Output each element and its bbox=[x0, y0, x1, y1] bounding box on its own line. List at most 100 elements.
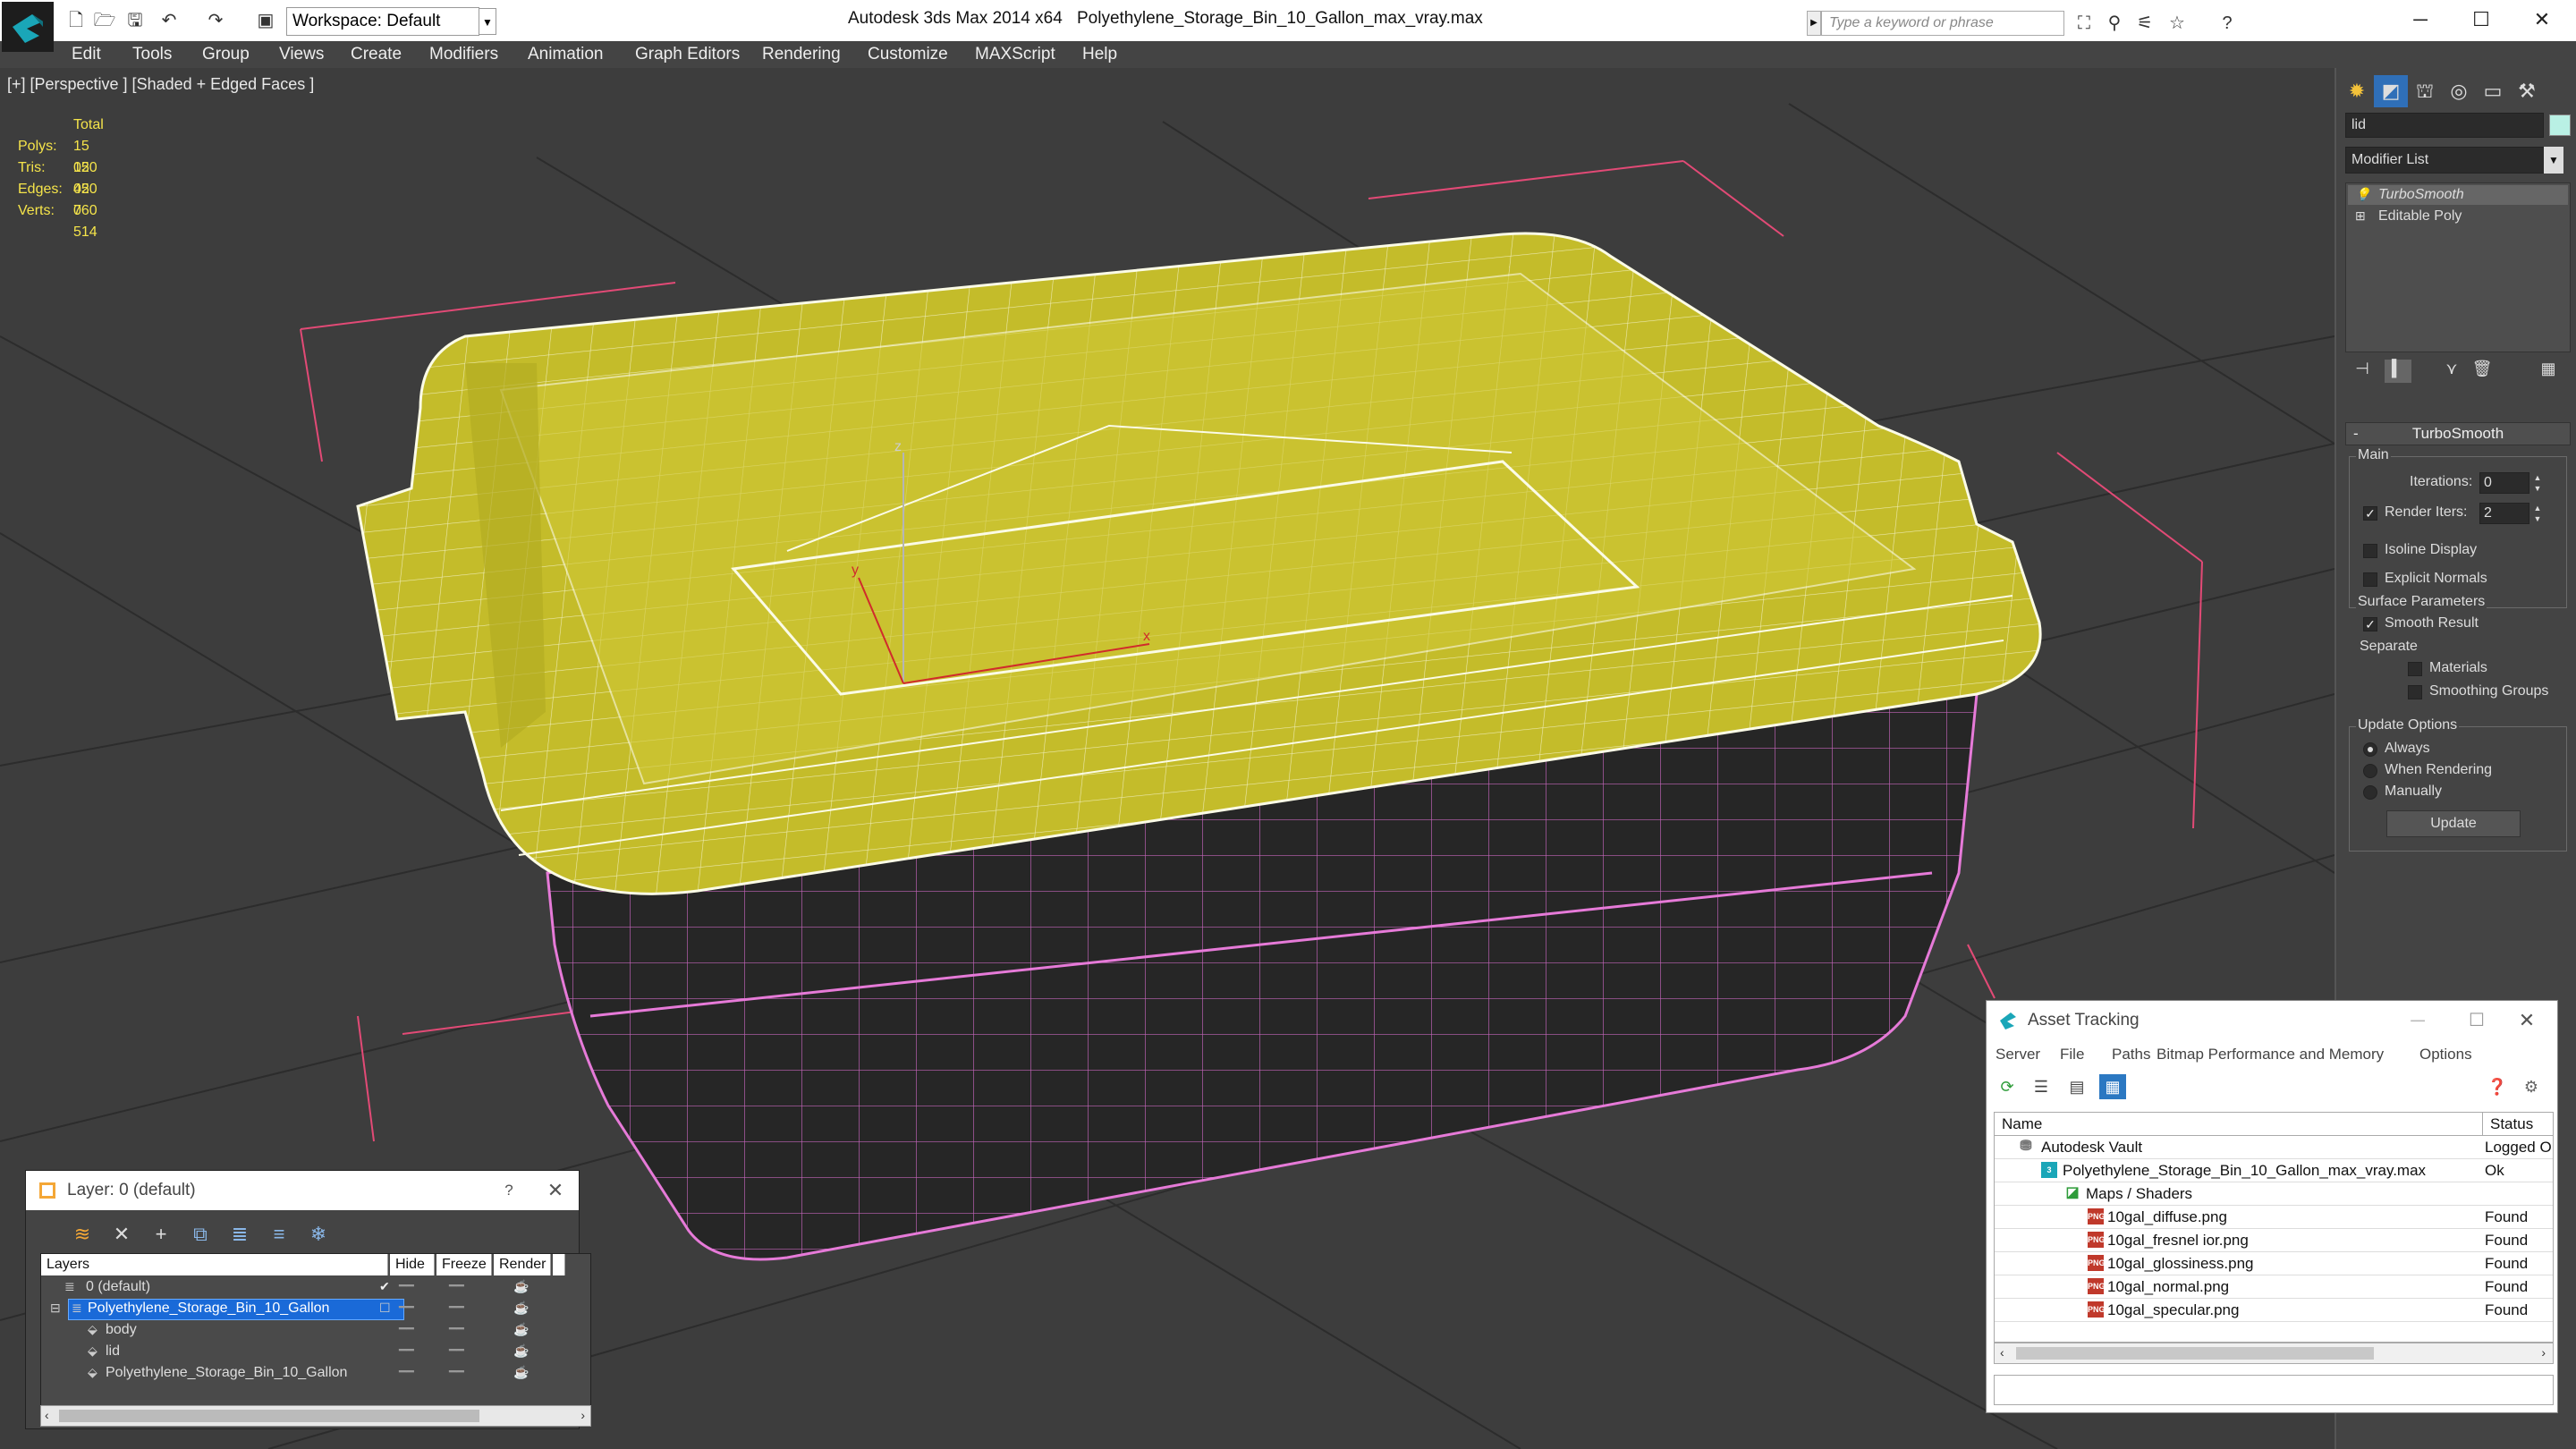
asset-row[interactable]: PNG 10gal_glossiness.png Found bbox=[1995, 1252, 2553, 1275]
highlight-layer-icon[interactable]: ≣ bbox=[226, 1221, 253, 1248]
col-render[interactable]: Render bbox=[494, 1254, 551, 1275]
menu-maxscript[interactable]: MAXScript bbox=[975, 45, 1055, 64]
menu-views[interactable]: Views bbox=[279, 45, 324, 64]
save-file-icon[interactable]: 🖫 bbox=[123, 9, 147, 32]
spinner-arrows-icon[interactable]: ▲ ▼ bbox=[2531, 472, 2544, 494]
asset-row[interactable]: ⛃ Autodesk Vault Logged Out bbox=[1995, 1136, 2553, 1159]
layer-row[interactable]: ≣ 0 (default) ✔ ━━ ━━ ☕ bbox=[41, 1277, 590, 1299]
asset-row[interactable]: ◪ Maps / Shaders bbox=[1995, 1182, 2553, 1206]
delete-layer-icon[interactable]: ✕ bbox=[108, 1221, 135, 1248]
freeze-toggle[interactable]: ━━ bbox=[449, 1343, 464, 1358]
layer-row[interactable]: ⊟ ≣ Polyethylene_Storage_Bin_10_Gallon ☐… bbox=[41, 1299, 590, 1320]
scroll-right-icon[interactable]: › bbox=[580, 1408, 585, 1422]
project-folder-icon[interactable]: ▣ bbox=[254, 9, 277, 32]
app-logo-icon[interactable] bbox=[2, 2, 54, 52]
layer-row[interactable]: ⬙ body ━━ ━━ ☕ bbox=[41, 1320, 590, 1342]
when-rendering-radio[interactable] bbox=[2363, 764, 2377, 778]
lightbulb-icon[interactable]: 💡 bbox=[2355, 187, 2370, 202]
asset-horizontal-scrollbar[interactable]: ‹ › bbox=[1994, 1343, 2554, 1364]
open-file-icon[interactable]: 🗁 bbox=[93, 9, 116, 32]
configure-sets-icon[interactable]: ▦ bbox=[2535, 360, 2562, 383]
set-current-layer-box[interactable]: ☐ bbox=[379, 1301, 391, 1316]
hide-toggle[interactable]: ━━ bbox=[399, 1364, 414, 1379]
menu-create[interactable]: Create bbox=[351, 45, 402, 64]
col-hide[interactable]: Hide bbox=[390, 1254, 435, 1275]
render-teapot-icon[interactable]: ☕ bbox=[513, 1322, 529, 1337]
scroll-thumb[interactable] bbox=[2016, 1347, 2374, 1360]
layer-horizontal-scrollbar[interactable]: ‹ › bbox=[40, 1405, 591, 1427]
col-layers[interactable]: Layers bbox=[41, 1254, 388, 1275]
scroll-thumb[interactable] bbox=[59, 1410, 479, 1422]
asset-path-field[interactable] bbox=[1994, 1375, 2554, 1405]
collapse-icon[interactable]: ⊟ bbox=[50, 1301, 61, 1316]
materials-checkbox[interactable] bbox=[2408, 662, 2422, 676]
asset-menu-bitmap-performance[interactable]: Bitmap Performance and Memory bbox=[2157, 1046, 2384, 1063]
close-window-button[interactable]: ✕ bbox=[2515, 4, 2569, 36]
layer-window-title-bar[interactable]: Layer: 0 (default) ? ✕ bbox=[26, 1171, 579, 1210]
iterations-spinner[interactable]: 0 bbox=[2479, 472, 2529, 494]
active-layer-check-icon[interactable]: ✔ bbox=[379, 1279, 390, 1294]
utilities-tab-icon[interactable]: ⚒ bbox=[2510, 75, 2544, 107]
make-unique-icon[interactable]: ⋎ bbox=[2438, 360, 2465, 383]
create-tab-icon[interactable]: ✹ bbox=[2340, 75, 2374, 107]
asset-window-title-bar[interactable]: Asset Tracking ─ ☐ ✕ bbox=[1987, 1001, 2557, 1040]
freeze-toggle[interactable]: ━━ bbox=[449, 1278, 464, 1293]
maximize-window-button[interactable]: ☐ bbox=[2454, 4, 2508, 36]
communication-icon[interactable]: ⚟ bbox=[2132, 11, 2157, 36]
col-freeze[interactable]: Freeze bbox=[436, 1254, 492, 1275]
render-teapot-icon[interactable]: ☕ bbox=[513, 1301, 529, 1316]
layer-window-close-button[interactable]: ✕ bbox=[532, 1171, 579, 1210]
display-tab-icon[interactable]: ▭ bbox=[2476, 75, 2510, 107]
update-button[interactable]: Update bbox=[2386, 810, 2521, 837]
col-status[interactable]: Status bbox=[2483, 1113, 2553, 1136]
add-to-layer-icon[interactable]: + bbox=[148, 1221, 174, 1248]
show-end-result-icon[interactable]: ▍ bbox=[2385, 360, 2411, 383]
object-name-field[interactable]: lid bbox=[2345, 113, 2544, 138]
menu-help[interactable]: Help bbox=[1082, 45, 1117, 64]
remove-modifier-icon[interactable]: 🗑 bbox=[2469, 360, 2496, 383]
asset-window-close-button[interactable]: ✕ bbox=[2504, 1001, 2550, 1040]
help-icon[interactable]: ? bbox=[2215, 11, 2240, 36]
col-more[interactable] bbox=[553, 1254, 565, 1275]
freeze-toggle[interactable]: ━━ bbox=[449, 1300, 464, 1315]
table-view-icon[interactable]: ▦ bbox=[2099, 1074, 2126, 1099]
modify-tab-icon[interactable]: ◩ bbox=[2374, 75, 2408, 107]
asset-menu-server[interactable]: Server bbox=[1996, 1046, 2040, 1063]
layer-window-help-button[interactable]: ? bbox=[486, 1171, 532, 1210]
stack-item-editable-poly[interactable]: ⊞ Editable Poly bbox=[2348, 207, 2568, 226]
asset-row[interactable]: PNG 10gal_specular.png Found bbox=[1995, 1299, 2553, 1322]
layer-row[interactable]: ⬙ lid ━━ ━━ ☕ bbox=[41, 1342, 590, 1363]
asset-row[interactable]: PNG 10gal_normal.png Found bbox=[1995, 1275, 2553, 1299]
render-iters-checkbox[interactable]: ✓ bbox=[2363, 506, 2377, 521]
freeze-all-layers-icon[interactable]: ❄ bbox=[305, 1221, 332, 1248]
detail-view-icon[interactable]: ▤ bbox=[2063, 1074, 2090, 1099]
vault-settings-icon[interactable]: ⚙ bbox=[2518, 1074, 2545, 1099]
freeze-toggle[interactable]: ━━ bbox=[449, 1321, 464, 1336]
menu-modifiers[interactable]: Modifiers bbox=[429, 45, 498, 64]
hide-toggle[interactable]: ━━ bbox=[399, 1321, 414, 1336]
asset-menu-options[interactable]: Options bbox=[2419, 1046, 2472, 1063]
smooth-result-checkbox[interactable]: ✓ bbox=[2363, 617, 2377, 631]
menu-edit[interactable]: Edit bbox=[72, 45, 101, 64]
menu-tools[interactable]: Tools bbox=[132, 45, 172, 64]
scroll-right-icon[interactable]: › bbox=[2541, 1345, 2546, 1360]
menu-animation[interactable]: Animation bbox=[528, 45, 604, 64]
workspace-dropdown[interactable]: Workspace: Default ▼ bbox=[286, 7, 496, 36]
viewport-label[interactable]: [+] [Perspective ] [Shaded + Edged Faces… bbox=[7, 75, 314, 94]
asset-row[interactable]: 3 Polyethylene_Storage_Bin_10_Gallon_max… bbox=[1995, 1159, 2553, 1182]
stack-item-turbosmooth[interactable]: 💡 TurboSmooth bbox=[2348, 185, 2568, 205]
asset-menu-paths[interactable]: Paths bbox=[2112, 1046, 2150, 1063]
asset-row[interactable]: PNG 10gal_fresnel ior.png Found bbox=[1995, 1229, 2553, 1252]
undo-icon[interactable]: ↶ bbox=[157, 9, 181, 32]
manually-radio[interactable] bbox=[2363, 785, 2377, 800]
freeze-toggle[interactable]: ━━ bbox=[449, 1364, 464, 1379]
binoculars-icon[interactable]: ⛶ bbox=[2072, 11, 2097, 36]
expand-plus-icon[interactable]: ⊞ bbox=[2355, 208, 2366, 224]
scroll-left-icon[interactable]: ‹ bbox=[2000, 1345, 2004, 1360]
asset-window-maximize-button[interactable]: ☐ bbox=[2453, 1001, 2500, 1040]
modifier-list-dropdown[interactable]: Modifier List ▼ bbox=[2345, 147, 2563, 174]
hierarchy-tab-icon[interactable]: ⛫ bbox=[2408, 75, 2442, 107]
favorites-star-icon[interactable]: ☆ bbox=[2165, 11, 2190, 36]
menu-rendering[interactable]: Rendering bbox=[762, 45, 841, 64]
motion-tab-icon[interactable]: ◎ bbox=[2442, 75, 2476, 107]
